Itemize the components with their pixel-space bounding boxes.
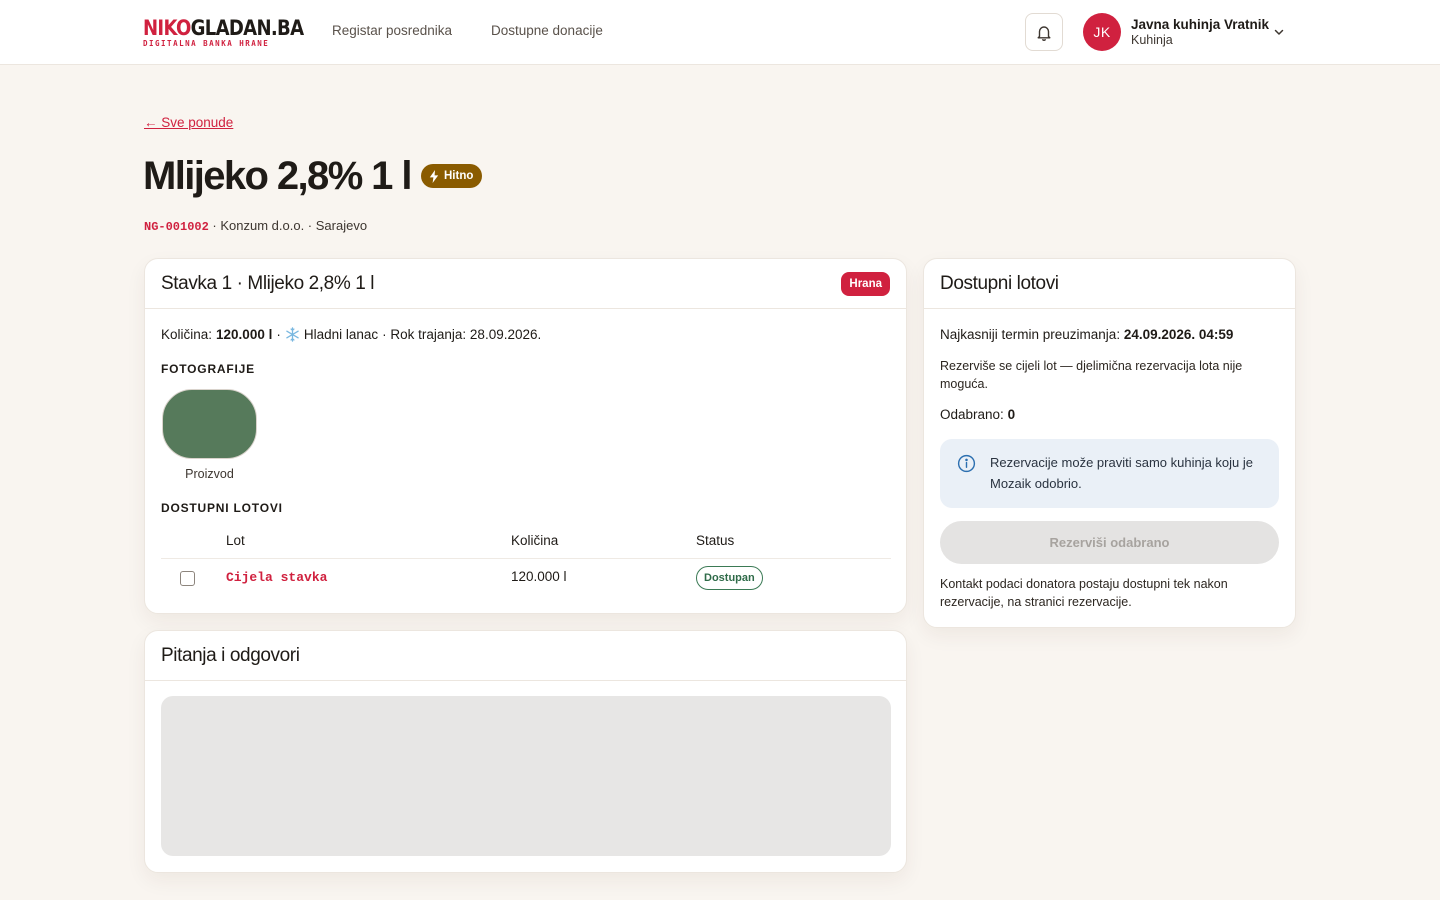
item-details: Količina: 120.000 l · Hladni lanac · Rok…	[161, 327, 542, 342]
nav-dostupne-donacije[interactable]: Dostupne donacije	[491, 23, 603, 38]
table-divider	[161, 558, 891, 559]
offer-code: NG-001002	[144, 220, 209, 234]
page-title: Mlijeko 2,8% 1 l	[143, 154, 412, 198]
item-card: Stavka 1 · Mlijeko 2,8% 1 l Hrana Količi…	[144, 258, 907, 614]
info-text: Rezervacije može praviti samo kuhinja ko…	[990, 455, 1254, 491]
deadline-label: Najkasniji termin preuzimanja:	[940, 327, 1121, 342]
column-header-quantity: Količina	[511, 533, 559, 548]
back-link[interactable]: ← Sve ponude	[144, 115, 233, 130]
nav-registar-posrednika[interactable]: Registar posrednika	[332, 23, 452, 38]
selected-value: 0	[1007, 407, 1016, 422]
user-name[interactable]: Javna kuhinja Vratnik	[1131, 17, 1269, 32]
top-navbar: NIKOGLADAN.BA DIGITALNA BANKA HRANE Regi…	[0, 0, 1440, 65]
site-logo[interactable]: NIKOGLADAN.BA DIGITALNA BANKA HRANE	[143, 16, 304, 48]
reserve-selected-button[interactable]: Rezerviši odabrano	[940, 521, 1279, 564]
info-callout: Rezervacije može praviti samo kuhinja ko…	[940, 439, 1279, 508]
qa-card-title: Pitanja i odgovori	[161, 644, 300, 666]
expiry-date: · Rok trajanja: 28.09.2026.	[382, 327, 542, 342]
quantity-label: Količina:	[161, 327, 213, 342]
column-header-lot: Lot	[226, 533, 245, 548]
quantity-value: 120.000 l	[216, 327, 273, 342]
lot-quantity: 120.000 l	[511, 569, 567, 584]
lot-checkbox[interactable]	[180, 571, 195, 586]
avatar[interactable]: JK	[1083, 13, 1121, 51]
category-badge: Hrana	[841, 271, 890, 296]
snowflake-icon	[286, 327, 299, 342]
photo-caption: Proizvod	[185, 467, 234, 481]
notifications-button[interactable]	[1025, 13, 1063, 51]
cold-chain-label: Hladni lanac	[303, 327, 379, 342]
photos-heading: FOTOGRAFIJE	[161, 362, 255, 376]
qa-placeholder	[161, 696, 891, 856]
product-photo[interactable]	[162, 389, 257, 459]
qa-card-header: Pitanja i odgovori	[145, 631, 906, 681]
qa-card: Pitanja i odgovori	[144, 630, 907, 873]
info-icon	[957, 454, 976, 473]
item-card-header: Stavka 1 · Mlijeko 2,8% 1 l Hrana	[145, 259, 906, 309]
lots-heading: DOSTUPNI LOTOVI	[161, 501, 283, 515]
sidebar-card-title: Dostupni lotovi	[940, 272, 1059, 294]
offer-meta: NG-001002 · Konzum d.o.o. · Sarajevo	[144, 218, 367, 234]
logo-wordmark: NIKOGLADAN.BA	[143, 16, 304, 40]
offer-donor-location: · Konzum d.o.o. · Sarajevo	[208, 218, 368, 233]
chevron-down-icon[interactable]	[1272, 25, 1286, 39]
item-card-title: Stavka 1 · Mlijeko 2,8% 1 l	[161, 272, 375, 294]
lot-name[interactable]: Cijela stavka	[226, 570, 327, 585]
urgent-badge-label: Hitno	[444, 170, 474, 182]
pickup-deadline: Najkasniji termin preuzimanja: 24.09.202…	[940, 327, 1233, 342]
logo-tagline: DIGITALNA BANKA HRANE	[143, 39, 270, 48]
selected-label: Odabrano:	[940, 407, 1004, 422]
column-header-status: Status	[696, 533, 735, 548]
lightning-icon	[429, 169, 439, 183]
sidebar-card-header: Dostupni lotovi	[924, 259, 1295, 309]
lots-sidebar-card: Dostupni lotovi Najkasniji termin preuzi…	[923, 258, 1296, 628]
selected-count: Odabrano: 0	[940, 407, 1015, 422]
deadline-value: 24.09.2026. 04:59	[1123, 327, 1234, 342]
bell-icon	[1037, 25, 1051, 41]
reservation-note: Rezerviše se cijeli lot — djelimična rez…	[940, 359, 1243, 391]
urgent-badge: Hitno	[421, 164, 483, 188]
user-role: Kuhinja	[1131, 33, 1173, 47]
status-badge: Dostupan	[696, 566, 763, 590]
contact-note: Kontakt podaci donatora postaju dostupni…	[940, 577, 1228, 609]
